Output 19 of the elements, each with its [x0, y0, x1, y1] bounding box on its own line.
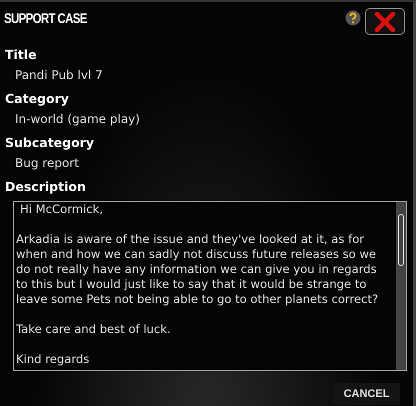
scroll-thumb[interactable]: [398, 214, 404, 266]
description-text: Arkadia is aware of the issue and they've looked at it, as for when and how we can sadly not discuss future releases so we do not really have any information we can give you in regards to this but I would just like to say that it would be strange to leave some Pets not being able to go to other planets correct?: [16, 232, 380, 307]
help-icon[interactable]: [345, 10, 361, 26]
field-label: Description: [4, 178, 87, 196]
description-text: Hi McCormick,: [19, 202, 104, 217]
field-value: In-world (game play): [14, 111, 141, 128]
description-field[interactable]: [13, 201, 407, 371]
cancel-button[interactable]: CANCEL: [333, 383, 400, 405]
close-button[interactable]: [365, 8, 405, 35]
field-value: Pandi Pub lvl 7: [14, 67, 104, 84]
window-title: SUPPORT CASE: [4, 9, 87, 28]
field-label: Category: [4, 90, 70, 108]
field-value: Bug report: [14, 155, 80, 172]
field-label: Subcategory: [4, 134, 95, 152]
description-text: Take care and best of luck.: [16, 322, 172, 337]
close-icon: [374, 12, 396, 32]
scrollbar[interactable]: [396, 202, 406, 370]
field-label: Title: [4, 46, 38, 64]
description-text: Kind regards: [16, 352, 90, 367]
